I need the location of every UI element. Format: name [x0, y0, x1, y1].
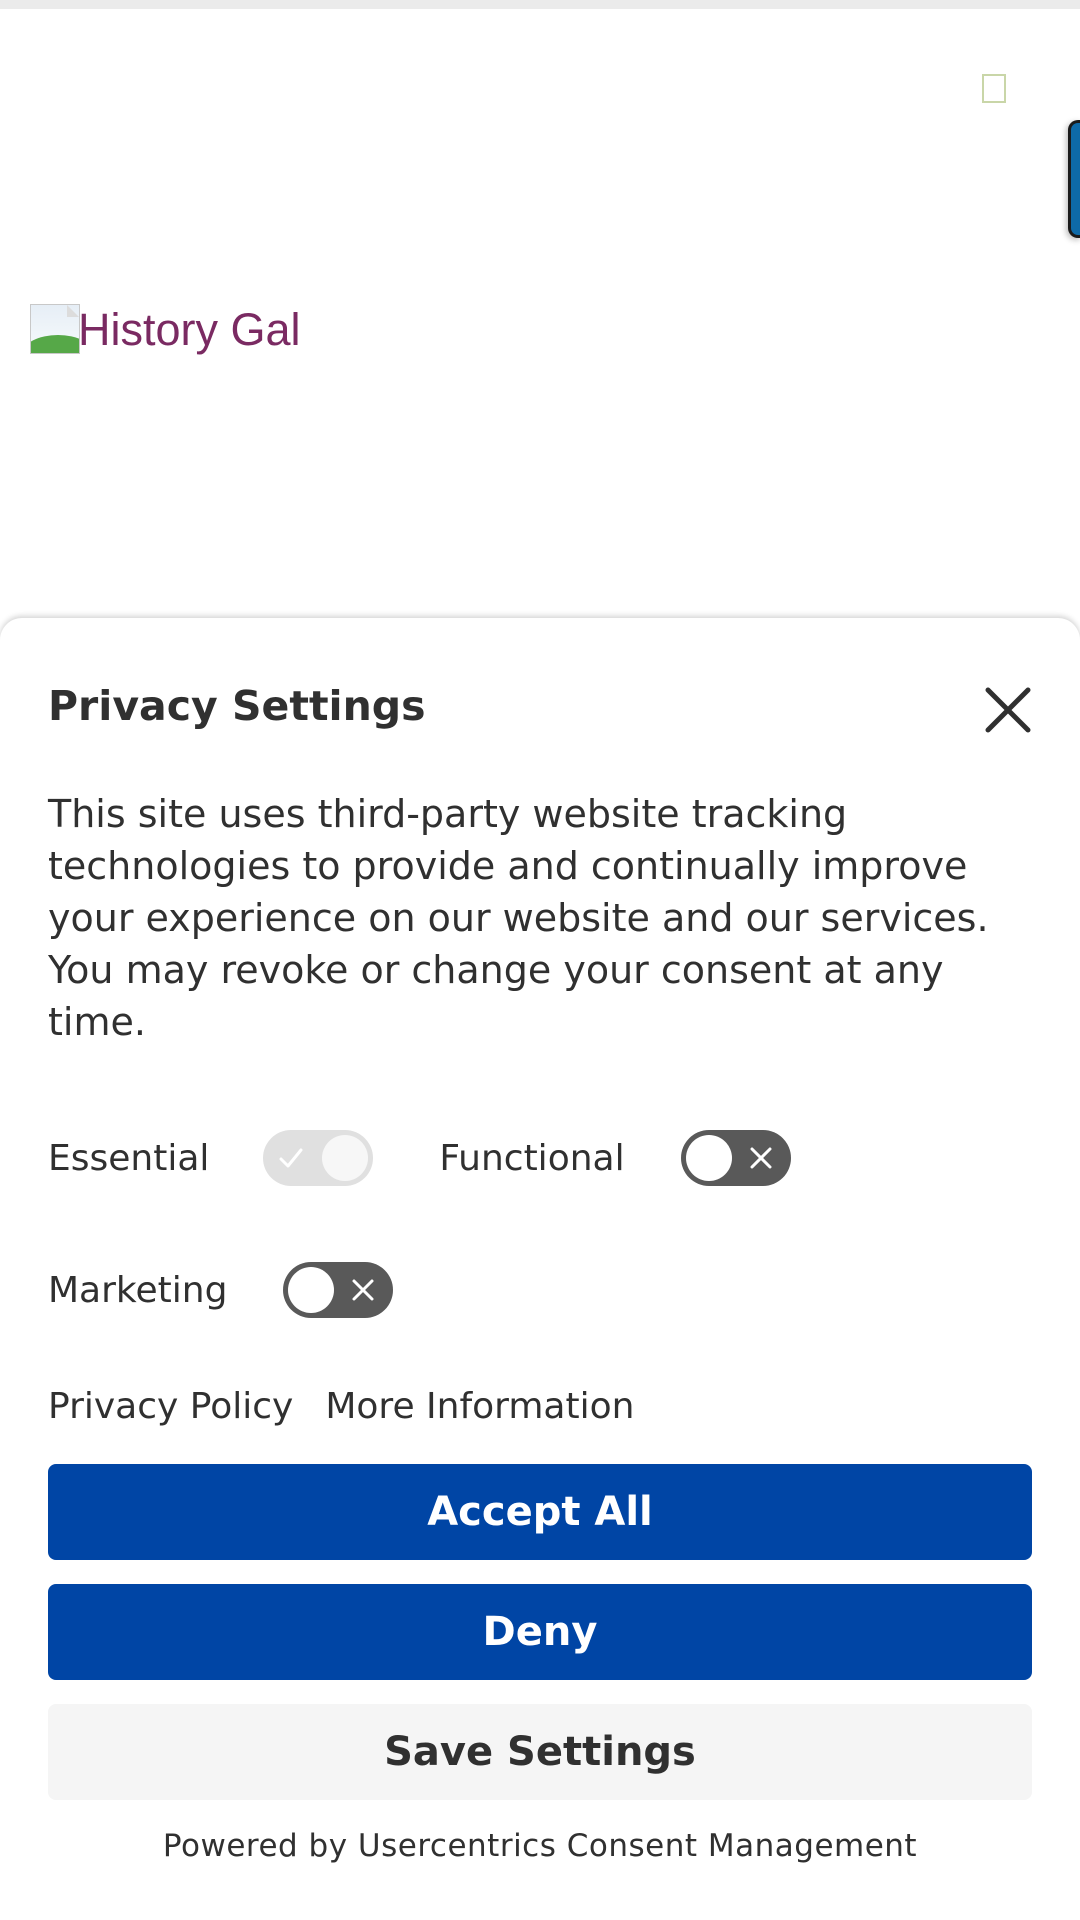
missing-glyph-icon[interactable]: [982, 74, 1006, 103]
powered-by-text: Powered by Usercentrics Consent Manageme…: [162, 1828, 918, 1864]
check-icon: [277, 1144, 305, 1172]
panel-title: Privacy Settings: [48, 682, 426, 730]
functional-toggle[interactable]: [680, 1130, 791, 1186]
close-button[interactable]: [980, 682, 1036, 738]
more-information-link[interactable]: More Information: [325, 1386, 634, 1427]
site-logo[interactable]: History Gal: [30, 298, 301, 360]
marketing-label: Marketing: [48, 1269, 228, 1311]
toggle-knob: [685, 1135, 732, 1181]
deny-button[interactable]: Deny: [48, 1584, 1032, 1680]
close-icon: [985, 687, 1031, 733]
toggle-knob: [322, 1135, 369, 1181]
accept-all-button[interactable]: Accept All: [48, 1464, 1032, 1560]
consent-links: Privacy Policy More Information: [48, 1386, 634, 1427]
privacy-policy-link[interactable]: Privacy Policy: [48, 1386, 293, 1427]
essential-toggle[interactable]: [263, 1130, 374, 1186]
browser-top-strip: [0, 0, 1080, 9]
x-icon: [747, 1144, 775, 1172]
toggle-knob: [288, 1267, 335, 1313]
essential-label: Essential: [48, 1137, 210, 1179]
toggle-row-2: Marketing: [48, 1260, 394, 1320]
save-settings-button[interactable]: Save Settings: [48, 1704, 1032, 1800]
marketing-toggle[interactable]: [283, 1262, 394, 1318]
broken-image-icon: [30, 304, 80, 354]
functional-label: Functional: [439, 1137, 625, 1179]
side-tab-handle[interactable]: [1068, 120, 1080, 238]
privacy-settings-panel: Privacy Settings This site uses third-pa…: [0, 618, 1080, 1920]
consent-description: This site uses third-party website track…: [48, 792, 989, 1044]
logo-alt-text: History Gal: [78, 303, 301, 355]
toggle-row-1: Essential Functional: [48, 1128, 791, 1188]
x-icon: [349, 1276, 377, 1304]
